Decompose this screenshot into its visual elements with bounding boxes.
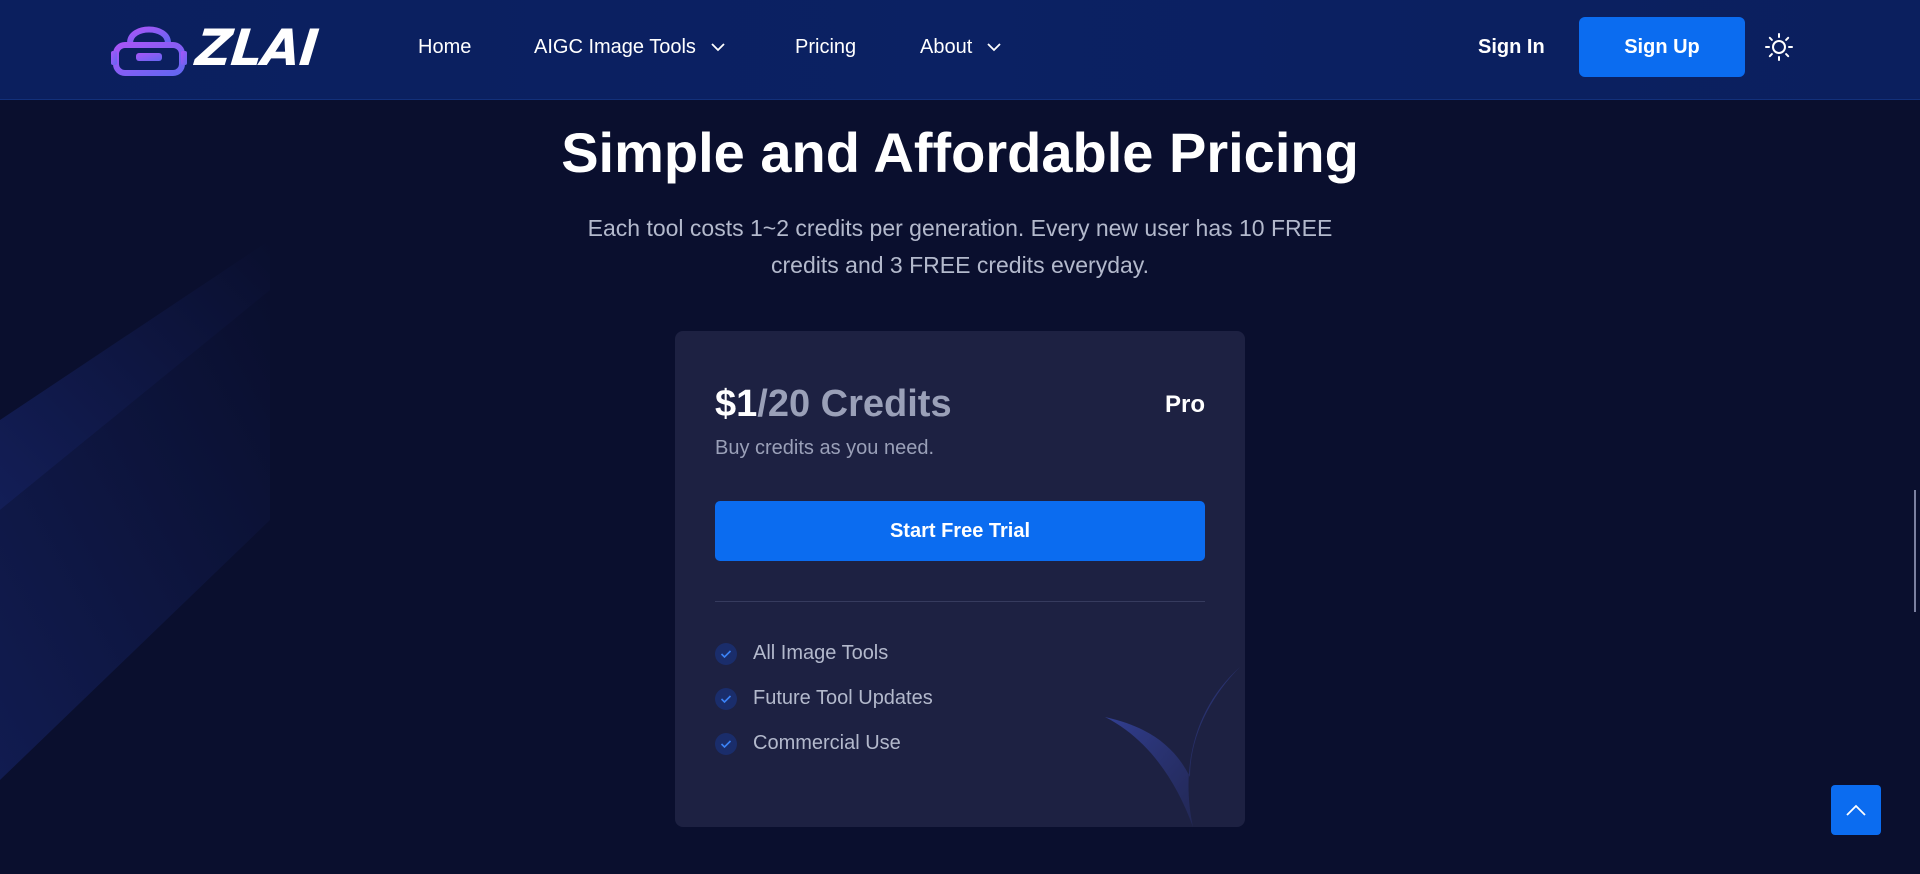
start-free-trial-label: Start Free Trial [889,519,1031,542]
nav-aigc-image-tools[interactable]: AIGC Image Tools [534,34,726,60]
feature-list: All Image Tools Future Tool Updates Comm… [715,631,933,766]
plan-price-amount: $1 [715,383,758,425]
list-item: Commercial Use [715,721,933,766]
sign-up-button[interactable]: Sign Up [1579,17,1745,77]
sun-icon[interactable] [1764,32,1794,62]
list-item: All Image Tools [715,631,933,676]
page-subtitle: Each tool costs 1~2 credits per generati… [587,215,1333,278]
pricing-card: $1/20 Credits Pro Buy credits as you nee… [675,331,1245,827]
nav-aigc-image-tools-label: AIGC Image Tools [534,36,696,58]
check-icon [715,687,737,710]
plan-price-unit: /20 Credits [757,383,952,425]
plan-description: Buy credits as you need. [715,437,935,459]
nav-home[interactable]: Home [418,34,471,60]
sign-up-label: Sign Up [1624,35,1700,58]
feature-label: All Image Tools [753,642,889,664]
vr-headset-icon [111,26,187,76]
scroll-to-top-button[interactable] [1831,785,1881,835]
nav-pricing-label: Pricing [795,36,857,58]
page-title: Simple and Affordable Pricing [561,121,1359,184]
card-decoration [1105,667,1240,827]
nav-home-label: Home [418,36,472,58]
sign-in-link[interactable]: Sign In [1478,34,1545,60]
nav-pricing[interactable]: Pricing [795,34,856,60]
scrollbar[interactable] [1914,490,1916,612]
list-item: Future Tool Updates [715,676,933,721]
navbar: ZLAI Home AIGC Image Tools Pricing About… [0,0,1920,100]
logo-text: ZLAI [192,19,321,77]
nav-about[interactable]: About [920,34,1002,60]
feature-label: Future Tool Updates [753,687,933,709]
chevron-up-icon [1846,804,1866,816]
chevron-down-icon [987,43,1001,52]
nav-about-label: About [920,36,973,58]
logo[interactable]: ZLAI [110,18,320,78]
feature-label: Commercial Use [753,732,901,754]
check-icon [715,732,737,755]
start-free-trial-button[interactable]: Start Free Trial [715,501,1205,561]
plan-name: Pro [1164,391,1205,418]
plan-price: $1/20 Credits [715,381,952,427]
divider [715,601,1205,602]
chevron-down-icon [711,43,725,52]
check-icon [715,642,737,665]
